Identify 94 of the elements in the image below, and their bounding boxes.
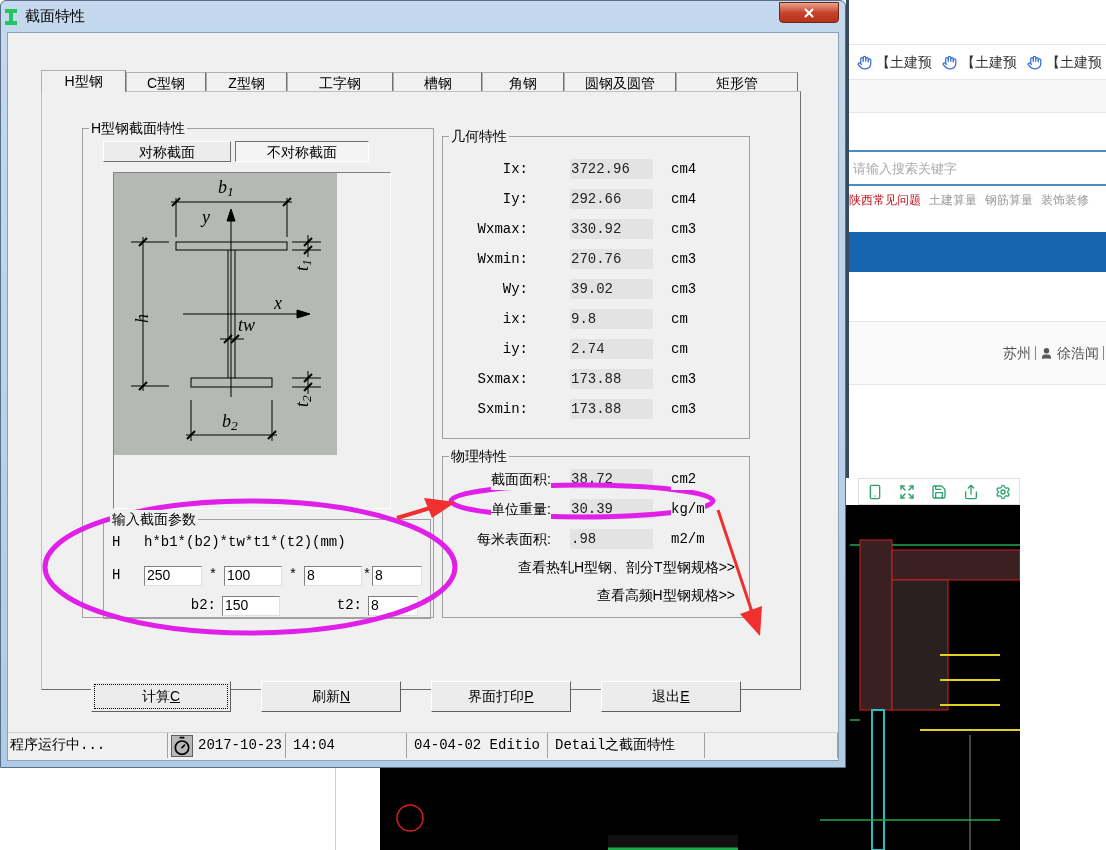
- status-message: 程序运行中...: [8, 733, 168, 758]
- input-field[interactable]: 100: [224, 565, 282, 586]
- tab[interactable]: H型钢: [41, 70, 126, 92]
- formula-text: h*b1*(b2)*tw*t1*(t2)(mm): [144, 533, 346, 552]
- input-field[interactable]: 8: [372, 565, 422, 586]
- value-field: .98: [570, 529, 653, 549]
- stopwatch-icon: [171, 734, 193, 757]
- multiply-sign: *: [289, 565, 297, 581]
- formula-label: H: [112, 533, 122, 552]
- property-label: ix:: [501, 309, 528, 329]
- value-field: 173.88: [570, 399, 653, 419]
- phone-icon[interactable]: [867, 483, 883, 500]
- group-title: 物理特性: [449, 447, 509, 465]
- dimension-label: tw: [237, 314, 256, 337]
- status-date: 2017-10-23: [196, 733, 286, 758]
- section-type-button[interactable]: 不对称截面: [235, 141, 369, 162]
- save-icon[interactable]: [931, 483, 947, 500]
- action-button[interactable]: 退出 E: [601, 681, 741, 712]
- article-link[interactable]: 【土建预: [876, 51, 932, 73]
- dimension-label: b$_{1}$: [217, 176, 235, 199]
- tab[interactable]: 角钢: [482, 72, 564, 91]
- unit-label: cm3: [671, 249, 697, 269]
- spec-link[interactable]: 查看高频H型钢规格>>: [596, 585, 735, 605]
- value-field: 270.76: [570, 249, 653, 269]
- multiply-sign: *: [363, 565, 371, 581]
- article-link[interactable]: 【土建预: [1046, 51, 1102, 73]
- settings-icon[interactable]: [995, 483, 1011, 500]
- spec-link[interactable]: 查看热轧H型钢、剖分T型钢规格>>: [518, 557, 735, 577]
- row-label: H: [112, 566, 122, 585]
- input-field[interactable]: 150: [222, 595, 280, 616]
- input-field[interactable]: 250: [144, 565, 202, 586]
- status-time: 14:04: [289, 733, 407, 758]
- group-title: 输入截面参数: [110, 510, 198, 528]
- dimension-label: b$_{2}$: [221, 410, 239, 433]
- dimension-label: x: [273, 292, 283, 315]
- expand-icon[interactable]: [899, 483, 915, 500]
- property-label: iy:: [501, 339, 528, 359]
- category-link[interactable]: 陕西常见问题: [849, 191, 921, 209]
- property-label: Wxmax:: [476, 219, 528, 239]
- close-icon: [802, 5, 816, 20]
- value-field: 292.66: [570, 189, 653, 209]
- tab[interactable]: Z型钢: [206, 72, 287, 91]
- action-button[interactable]: 计算C: [91, 681, 231, 712]
- hand-icon: [942, 54, 957, 70]
- input-field[interactable]: 8: [304, 565, 362, 586]
- action-button[interactable]: 刷新N: [261, 681, 401, 712]
- dimension-label: y: [199, 206, 211, 229]
- tab[interactable]: 圆钢及圆管: [564, 72, 676, 91]
- unit-label: cm3: [671, 219, 697, 239]
- unit-label: cm3: [671, 369, 697, 389]
- value-field: 2.74: [570, 339, 653, 359]
- user-icon: [1040, 346, 1053, 360]
- i-beam-icon: [5, 8, 17, 25]
- dimension-label: h: [131, 313, 153, 325]
- share-icon[interactable]: [963, 483, 979, 500]
- hand-icon: [857, 54, 872, 70]
- property-label: Sxmax:: [476, 369, 528, 389]
- user-link[interactable]: 徐浩闻: [1057, 342, 1099, 364]
- value-field: 39.02: [570, 279, 653, 299]
- tab[interactable]: C型钢: [126, 72, 206, 91]
- unit-label: cm4: [671, 189, 697, 209]
- status-module: Detail之截面特性: [551, 733, 705, 758]
- unit-label: cm: [671, 309, 688, 329]
- group-title: H型钢截面特性: [89, 119, 188, 137]
- tab[interactable]: 工字钢: [287, 72, 393, 91]
- action-button[interactable]: 界面打印P: [431, 681, 571, 712]
- property-label: Sxmin:: [476, 399, 528, 419]
- value-field: 3722.96: [570, 159, 653, 179]
- group-title: 几何特性: [449, 127, 509, 145]
- article-link[interactable]: 【土建预: [961, 51, 1017, 73]
- property-label: Iy:: [501, 189, 528, 209]
- section-type-button[interactable]: 对称截面: [103, 141, 231, 162]
- property-label: Ix:: [501, 159, 528, 179]
- window-title: 截面特性: [25, 6, 85, 27]
- unit-label: cm3: [671, 279, 697, 299]
- tab[interactable]: 矩形管: [676, 72, 798, 91]
- property-label: Wxmin:: [476, 249, 528, 269]
- value-field: 9.8: [570, 309, 653, 329]
- arrow-annotation: [396, 498, 456, 520]
- field-label: t2:: [335, 596, 363, 615]
- value-field: 330.92: [570, 219, 653, 239]
- tab[interactable]: 槽钢: [393, 72, 482, 91]
- multiply-sign: *: [209, 565, 217, 581]
- value-field: 173.88: [570, 369, 653, 389]
- unit-label: cm3: [671, 399, 697, 419]
- search-field[interactable]: 请输入搜索关键字: [849, 150, 1106, 186]
- hand-icon: [1027, 54, 1042, 70]
- field-label: b2:: [189, 596, 217, 615]
- unit-label: cm4: [671, 159, 697, 179]
- property-label: Wy:: [501, 279, 528, 299]
- close-button[interactable]: [779, 2, 839, 23]
- status-edition: 04-04-02 Editio: [410, 733, 548, 758]
- unit-label: cm: [671, 339, 688, 359]
- city-label: 苏州: [1003, 343, 1031, 363]
